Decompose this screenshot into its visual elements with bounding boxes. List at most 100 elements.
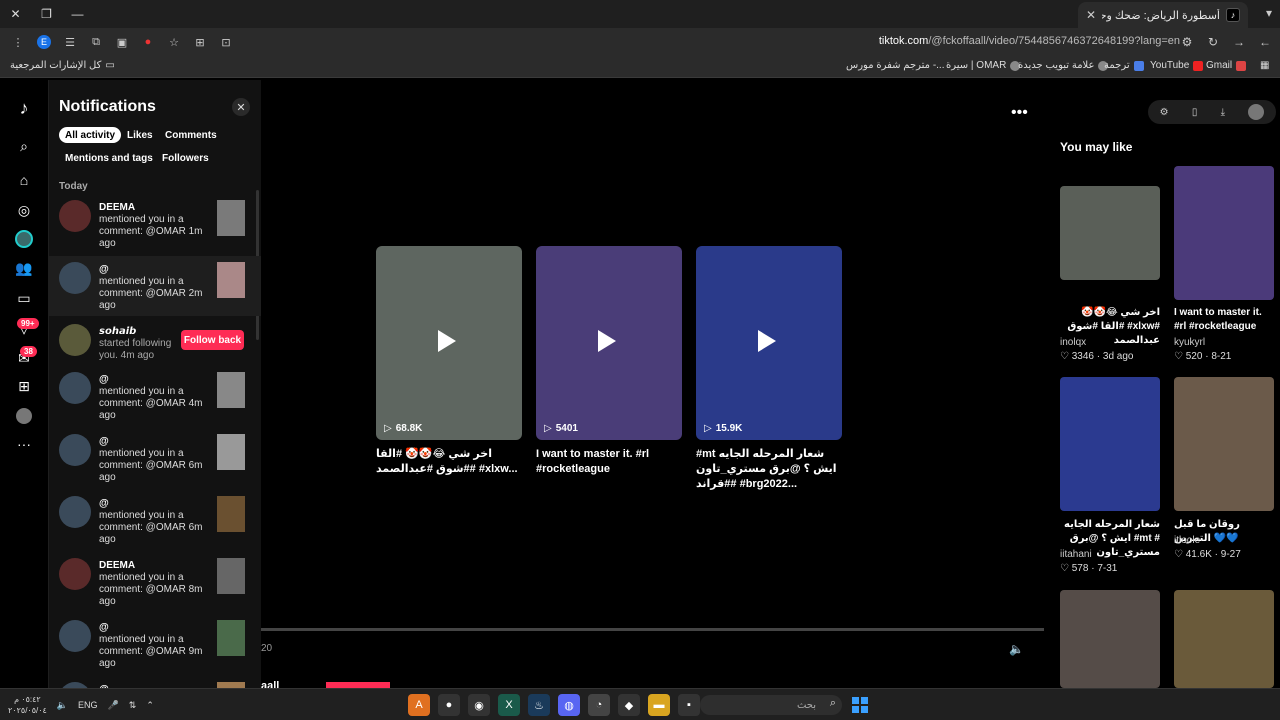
avatar[interactable] xyxy=(59,324,91,356)
video-thumbnail[interactable] xyxy=(217,558,245,594)
notification-row[interactable]: @ mentioned you in a comment: @OMAR 6m a… xyxy=(49,490,261,550)
microphone-icon[interactable]: 🎤 xyxy=(108,700,119,711)
avatar[interactable] xyxy=(59,620,91,652)
notification-user[interactable]: DEEMA xyxy=(99,202,135,213)
recommended-thumbnail[interactable] xyxy=(1060,186,1160,280)
video-caption[interactable]: اخر شي 😂🤡🤡 #القا #شوق #عبدالصمد# #xlxw..… xyxy=(376,447,522,477)
video-card[interactable]: ▷ 15.9K xyxy=(696,246,842,440)
recommended-thumbnail[interactable] xyxy=(1060,377,1160,511)
app-cube-icon[interactable]: ◆ xyxy=(618,694,640,716)
clock[interactable]: ٠٥:٤٢ م ٢٠٢٥/٠٥/٠٤ xyxy=(8,694,47,716)
recommended-thumbnail[interactable] xyxy=(1174,166,1274,300)
back-icon[interactable]: ← xyxy=(1256,32,1274,52)
tab-likes[interactable]: Likes xyxy=(121,127,159,143)
chrome-icon[interactable]: ◔ xyxy=(588,694,610,716)
notification-user[interactable]: @ xyxy=(99,264,109,275)
recommended-user[interactable]: itloole xyxy=(1174,535,1200,546)
network-icon[interactable]: ⇅ xyxy=(129,700,137,711)
bookmark-cv[interactable]: سيرة | OMAR xyxy=(946,60,1021,71)
avatar[interactable] xyxy=(1248,104,1265,120)
download-icon[interactable]: ⤓ xyxy=(1221,107,1225,118)
extensions-puzzle-icon[interactable]: ⧉ xyxy=(86,32,106,52)
app-record-icon[interactable]: ● xyxy=(438,694,460,716)
notification-row[interactable]: DEEMA mentioned you in a comment: @OMAR … xyxy=(49,194,261,254)
close-notifications-icon[interactable]: ✕ xyxy=(232,98,250,116)
speaker-icon[interactable]: 🔈 xyxy=(57,700,68,711)
video-thumbnail[interactable] xyxy=(217,200,245,236)
close-window-icon[interactable]: ✕ xyxy=(0,0,31,28)
steam-icon[interactable]: ♨ xyxy=(528,694,550,716)
extension-e-icon[interactable]: E xyxy=(34,32,54,52)
upload-icon[interactable]: ⊞ xyxy=(14,376,34,396)
bookmark-newtab[interactable]: علامة تبويب جديدة xyxy=(1018,60,1109,71)
app-a-icon[interactable]: A xyxy=(408,694,430,716)
notification-user[interactable]: @ xyxy=(99,622,109,633)
recommended-user[interactable]: kyukyrl xyxy=(1174,337,1205,348)
close-tab-icon[interactable]: ✕ xyxy=(1086,8,1096,22)
video-progress-bar[interactable] xyxy=(261,628,1044,631)
tab-all-activity[interactable]: All activity xyxy=(59,127,122,143)
video-thumbnail[interactable] xyxy=(217,262,245,298)
avatar[interactable] xyxy=(59,496,91,528)
extension-translate-icon[interactable]: ▣ xyxy=(112,32,132,52)
minimize-window-icon[interactable]: — xyxy=(62,0,93,28)
recommended-thumbnail[interactable] xyxy=(1174,377,1274,511)
search-icon[interactable]: ⌕ xyxy=(14,136,34,156)
avatar[interactable] xyxy=(59,372,91,404)
mobile-icon[interactable]: ▯ xyxy=(1192,107,1198,118)
reload-icon[interactable]: ↻ xyxy=(1204,32,1222,52)
menu-kebab-icon[interactable]: ⋮ xyxy=(8,32,28,52)
app-window-icon[interactable]: ▪ xyxy=(678,694,700,716)
video-thumbnail[interactable] xyxy=(217,620,245,656)
recommended-thumbnail[interactable] xyxy=(1060,590,1160,688)
tab-search-icon[interactable]: ▾ xyxy=(1266,6,1272,20)
taskbar-search[interactable]: بحث ⌕ xyxy=(700,695,842,715)
following-icon[interactable]: 👥 xyxy=(14,258,34,278)
tab-comments[interactable]: Comments xyxy=(159,127,223,143)
apps-grid-icon[interactable]: ▦ xyxy=(1260,60,1269,71)
forward-icon[interactable]: → xyxy=(1230,32,1248,52)
play-icon[interactable] xyxy=(598,330,616,352)
video-thumbnail[interactable] xyxy=(217,372,245,408)
notification-user[interactable]: @ xyxy=(99,498,109,509)
bookmark-star-icon[interactable]: ☆ xyxy=(164,32,184,52)
explore-icon[interactable]: ◎ xyxy=(14,200,34,220)
app-excel-icon[interactable]: X xyxy=(498,694,520,716)
notification-row[interactable]: @ xyxy=(49,676,261,688)
restore-window-icon[interactable]: ❐ xyxy=(31,0,62,28)
video-caption[interactable]: #mt شعار المرحله الجايه ايش ؟ @برق مستري… xyxy=(696,447,842,492)
volume-icon[interactable]: 🔈 xyxy=(1009,642,1024,656)
bookmark-translate[interactable]: ترجمة xyxy=(1104,60,1144,71)
settings-icon[interactable]: ⚙ xyxy=(1160,107,1169,118)
more-icon[interactable]: ··· xyxy=(14,434,34,454)
discord-icon[interactable]: ◍ xyxy=(558,694,580,716)
avatar[interactable] xyxy=(59,262,91,294)
tiktok-logo-icon[interactable]: ♪ xyxy=(14,98,34,118)
play-icon[interactable] xyxy=(758,330,776,352)
video-card[interactable]: ▷ 5401 xyxy=(536,246,682,440)
avatar[interactable] xyxy=(59,200,91,232)
bookmark-morse[interactable]: مترجم شفرة مورس -... xyxy=(846,60,945,71)
notification-row[interactable]: @ mentioned you in a comment: @OMAR 4m a… xyxy=(49,366,261,426)
play-icon[interactable] xyxy=(438,330,456,352)
avatar[interactable] xyxy=(59,434,91,466)
windows-start-icon[interactable] xyxy=(852,697,868,713)
cast-icon[interactable]: ⊡ xyxy=(216,32,236,52)
site-settings-icon[interactable]: ⚙ xyxy=(1178,32,1196,52)
url-field[interactable]: tiktok.com/@fckoffaall/video/75448567463… xyxy=(879,35,1180,47)
tab-followers[interactable]: Followers xyxy=(156,150,215,166)
notification-user[interactable]: @ xyxy=(99,374,109,385)
extension-red-icon[interactable]: ● xyxy=(138,32,158,52)
notification-row[interactable]: @ mentioned you in a comment: @OMAR 6m a… xyxy=(49,428,261,488)
video-thumbnail[interactable] xyxy=(217,496,245,532)
follow-back-button[interactable]: Follow back xyxy=(181,330,244,350)
home-icon[interactable]: ⌂ xyxy=(14,170,34,190)
video-thumbnail[interactable] xyxy=(217,434,245,470)
live-avatar-icon[interactable] xyxy=(14,229,34,249)
recommended-thumbnail[interactable] xyxy=(1174,590,1274,688)
notification-row[interactable]: DEEMA mentioned you in a comment: @OMAR … xyxy=(49,552,261,612)
notification-row[interactable]: @ mentioned you in a comment: @OMAR 9m a… xyxy=(49,614,261,674)
bookmark-all[interactable]: كل الإشارات المرجعية ▭ xyxy=(10,60,115,71)
file-explorer-icon[interactable]: ▬ xyxy=(648,694,670,716)
notification-user[interactable]: @ xyxy=(99,436,109,447)
